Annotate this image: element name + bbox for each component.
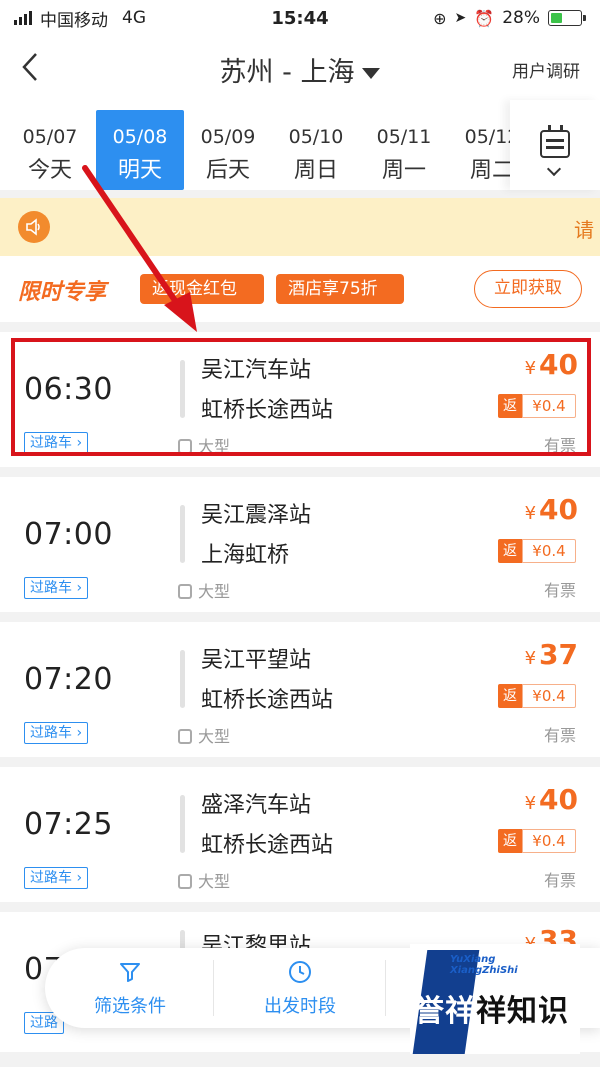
departure-period-button[interactable]: 出发时段 xyxy=(215,960,385,1018)
watermark-line2: XiangZhiShi xyxy=(450,965,518,976)
filter-label: 筛选条件 xyxy=(94,996,166,1017)
watermark-text: 誉祥祥知识 xyxy=(414,986,569,1030)
watermark-text-1: 誉祥 xyxy=(414,994,476,1029)
filter-icon xyxy=(120,963,140,982)
departure-period-label: 出发时段 xyxy=(264,996,336,1017)
clock-icon xyxy=(289,961,311,983)
filter-button[interactable]: 筛选条件 xyxy=(45,960,215,1018)
watermark-line1: YuXiang xyxy=(450,954,496,965)
watermark-logo: YuXiang XiangZhiShi 誉祥祥知识 xyxy=(410,944,580,1054)
annotation-arrow xyxy=(82,165,197,332)
watermark-text-2: 祥知识 xyxy=(476,994,569,1029)
divider xyxy=(385,960,386,1016)
divider xyxy=(213,960,214,1016)
watermark-subtitle: YuXiang XiangZhiShi xyxy=(450,954,518,976)
